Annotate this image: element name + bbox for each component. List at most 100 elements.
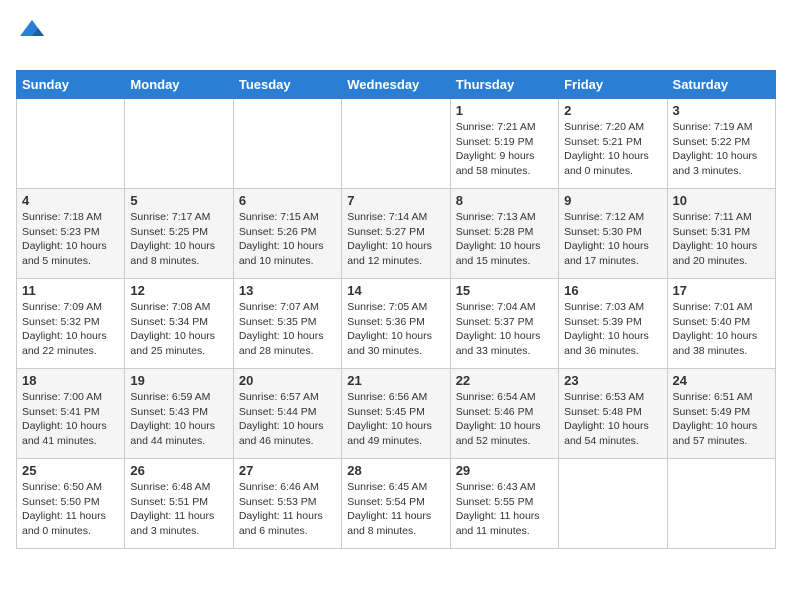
day-info: Sunrise: 7:17 AM Sunset: 5:25 PM Dayligh… [130,210,227,269]
calendar-body: 1Sunrise: 7:21 AM Sunset: 5:19 PM Daylig… [17,99,776,549]
day-cell: 15 Sunrise: 7:04 AM Sunset: 5:37 PM Dayli… [450,279,558,369]
day-number: 17 [673,283,770,298]
day-number: 5 [130,193,227,208]
header-cell-monday: Monday [125,71,233,99]
day-cell: 29 Sunrise: 6:43 AM Sunset: 5:55 PM Dayli… [450,459,558,549]
day-number: 11 [22,283,119,298]
day-cell: 14Sunrise: 7:05 AM Sunset: 5:36 PM Dayli… [342,279,450,369]
calendar-table: SundayMondayTuesdayWednesdayThursdayFrid… [16,70,776,549]
day-info: Sunrise: 7:07 AM Sunset: 5:35 PM Dayligh… [239,300,336,359]
day-number: 26 [130,463,227,478]
day-number: 19 [130,373,227,388]
header-cell-thursday: Thursday [450,71,558,99]
day-info: Sunrise: 7:00 AM Sunset: 5:41 PM Dayligh… [22,390,119,449]
day-cell: 12 Sunrise: 7:08 AM Sunset: 5:34 PM Dayli… [125,279,233,369]
week-row-1: 1Sunrise: 7:21 AM Sunset: 5:19 PM Daylig… [17,99,776,189]
week-row-4: 18 Sunrise: 7:00 AM Sunset: 5:41 PM Dayli… [17,369,776,459]
day-number: 2 [564,103,661,118]
header-cell-sunday: Sunday [17,71,125,99]
day-cell: 3Sunrise: 7:19 AM Sunset: 5:22 PM Daylig… [667,99,775,189]
day-number: 25 [22,463,119,478]
day-number: 7 [347,193,444,208]
day-number: 23 [564,373,661,388]
day-cell [667,459,775,549]
day-number: 4 [22,193,119,208]
day-info: Sunrise: 6:56 AM Sunset: 5:45 PM Dayligh… [347,390,444,449]
day-cell: 19 Sunrise: 6:59 AM Sunset: 5:43 PM Dayli… [125,369,233,459]
day-number: 16 [564,283,661,298]
day-cell: 25Sunrise: 6:50 AM Sunset: 5:50 PM Dayli… [17,459,125,549]
day-info: Sunrise: 6:45 AM Sunset: 5:54 PM Dayligh… [347,480,444,539]
day-number: 20 [239,373,336,388]
day-number: 18 [22,373,119,388]
day-cell: 13 Sunrise: 7:07 AM Sunset: 5:35 PM Dayli… [233,279,341,369]
day-number: 27 [239,463,336,478]
day-info: Sunrise: 7:21 AM Sunset: 5:19 PM Dayligh… [456,120,553,179]
day-cell [125,99,233,189]
logo [16,16,46,62]
day-number: 24 [673,373,770,388]
day-info: Sunrise: 7:09 AM Sunset: 5:32 PM Dayligh… [22,300,119,359]
day-info: Sunrise: 7:19 AM Sunset: 5:22 PM Dayligh… [673,120,770,179]
day-cell: 27 Sunrise: 6:46 AM Sunset: 5:53 PM Dayli… [233,459,341,549]
day-info: Sunrise: 6:57 AM Sunset: 5:44 PM Dayligh… [239,390,336,449]
day-info: Sunrise: 7:14 AM Sunset: 5:27 PM Dayligh… [347,210,444,269]
day-cell: 9 Sunrise: 7:12 AM Sunset: 5:30 PM Daylig… [559,189,667,279]
day-cell: 24 Sunrise: 6:51 AM Sunset: 5:49 PM Dayli… [667,369,775,459]
day-cell: 18 Sunrise: 7:00 AM Sunset: 5:41 PM Dayli… [17,369,125,459]
week-row-5: 25Sunrise: 6:50 AM Sunset: 5:50 PM Dayli… [17,459,776,549]
day-info: Sunrise: 7:08 AM Sunset: 5:34 PM Dayligh… [130,300,227,359]
day-info: Sunrise: 7:13 AM Sunset: 5:28 PM Dayligh… [456,210,553,269]
day-cell: 6Sunrise: 7:15 AM Sunset: 5:26 PM Daylig… [233,189,341,279]
week-row-2: 4 Sunrise: 7:18 AM Sunset: 5:23 PM Daylig… [17,189,776,279]
day-cell: 4 Sunrise: 7:18 AM Sunset: 5:23 PM Daylig… [17,189,125,279]
day-number: 15 [456,283,553,298]
day-cell: 5 Sunrise: 7:17 AM Sunset: 5:25 PM Daylig… [125,189,233,279]
day-cell [17,99,125,189]
day-cell: 26 Sunrise: 6:48 AM Sunset: 5:51 PM Dayli… [125,459,233,549]
day-info: Sunrise: 6:43 AM Sunset: 5:55 PM Dayligh… [456,480,553,539]
day-info: Sunrise: 7:11 AM Sunset: 5:31 PM Dayligh… [673,210,770,269]
day-number: 13 [239,283,336,298]
day-cell: 11 Sunrise: 7:09 AM Sunset: 5:32 PM Dayli… [17,279,125,369]
day-cell: 7 Sunrise: 7:14 AM Sunset: 5:27 PM Daylig… [342,189,450,279]
day-cell: 22 Sunrise: 6:54 AM Sunset: 5:46 PM Dayli… [450,369,558,459]
day-number: 6 [239,193,336,208]
day-cell: 1Sunrise: 7:21 AM Sunset: 5:19 PM Daylig… [450,99,558,189]
header-row: SundayMondayTuesdayWednesdayThursdayFrid… [17,71,776,99]
day-cell [233,99,341,189]
day-cell: 10Sunrise: 7:11 AM Sunset: 5:31 PM Dayli… [667,189,775,279]
header-cell-friday: Friday [559,71,667,99]
day-cell: 2 Sunrise: 7:20 AM Sunset: 5:21 PM Daylig… [559,99,667,189]
day-info: Sunrise: 7:03 AM Sunset: 5:39 PM Dayligh… [564,300,661,359]
day-number: 12 [130,283,227,298]
day-info: Sunrise: 6:53 AM Sunset: 5:48 PM Dayligh… [564,390,661,449]
day-number: 8 [456,193,553,208]
day-info: Sunrise: 7:05 AM Sunset: 5:36 PM Dayligh… [347,300,444,359]
day-info: Sunrise: 7:04 AM Sunset: 5:37 PM Dayligh… [456,300,553,359]
day-cell: 23 Sunrise: 6:53 AM Sunset: 5:48 PM Dayli… [559,369,667,459]
logo-icon [18,18,46,40]
day-number: 29 [456,463,553,478]
day-info: Sunrise: 6:51 AM Sunset: 5:49 PM Dayligh… [673,390,770,449]
day-cell: 20 Sunrise: 6:57 AM Sunset: 5:44 PM Dayli… [233,369,341,459]
day-info: Sunrise: 6:48 AM Sunset: 5:51 PM Dayligh… [130,480,227,539]
day-info: Sunrise: 6:54 AM Sunset: 5:46 PM Dayligh… [456,390,553,449]
week-row-3: 11 Sunrise: 7:09 AM Sunset: 5:32 PM Dayli… [17,279,776,369]
day-info: Sunrise: 7:18 AM Sunset: 5:23 PM Dayligh… [22,210,119,269]
day-number: 21 [347,373,444,388]
header-cell-tuesday: Tuesday [233,71,341,99]
day-cell: 17Sunrise: 7:01 AM Sunset: 5:40 PM Dayli… [667,279,775,369]
day-info: Sunrise: 7:20 AM Sunset: 5:21 PM Dayligh… [564,120,661,179]
day-info: Sunrise: 6:59 AM Sunset: 5:43 PM Dayligh… [130,390,227,449]
day-number: 22 [456,373,553,388]
calendar-header: SundayMondayTuesdayWednesdayThursdayFrid… [17,71,776,99]
day-cell: 8 Sunrise: 7:13 AM Sunset: 5:28 PM Daylig… [450,189,558,279]
day-cell: 16 Sunrise: 7:03 AM Sunset: 5:39 PM Dayli… [559,279,667,369]
day-number: 9 [564,193,661,208]
day-info: Sunrise: 6:46 AM Sunset: 5:53 PM Dayligh… [239,480,336,539]
header-cell-saturday: Saturday [667,71,775,99]
day-cell [342,99,450,189]
day-info: Sunrise: 7:12 AM Sunset: 5:30 PM Dayligh… [564,210,661,269]
header [16,16,776,62]
